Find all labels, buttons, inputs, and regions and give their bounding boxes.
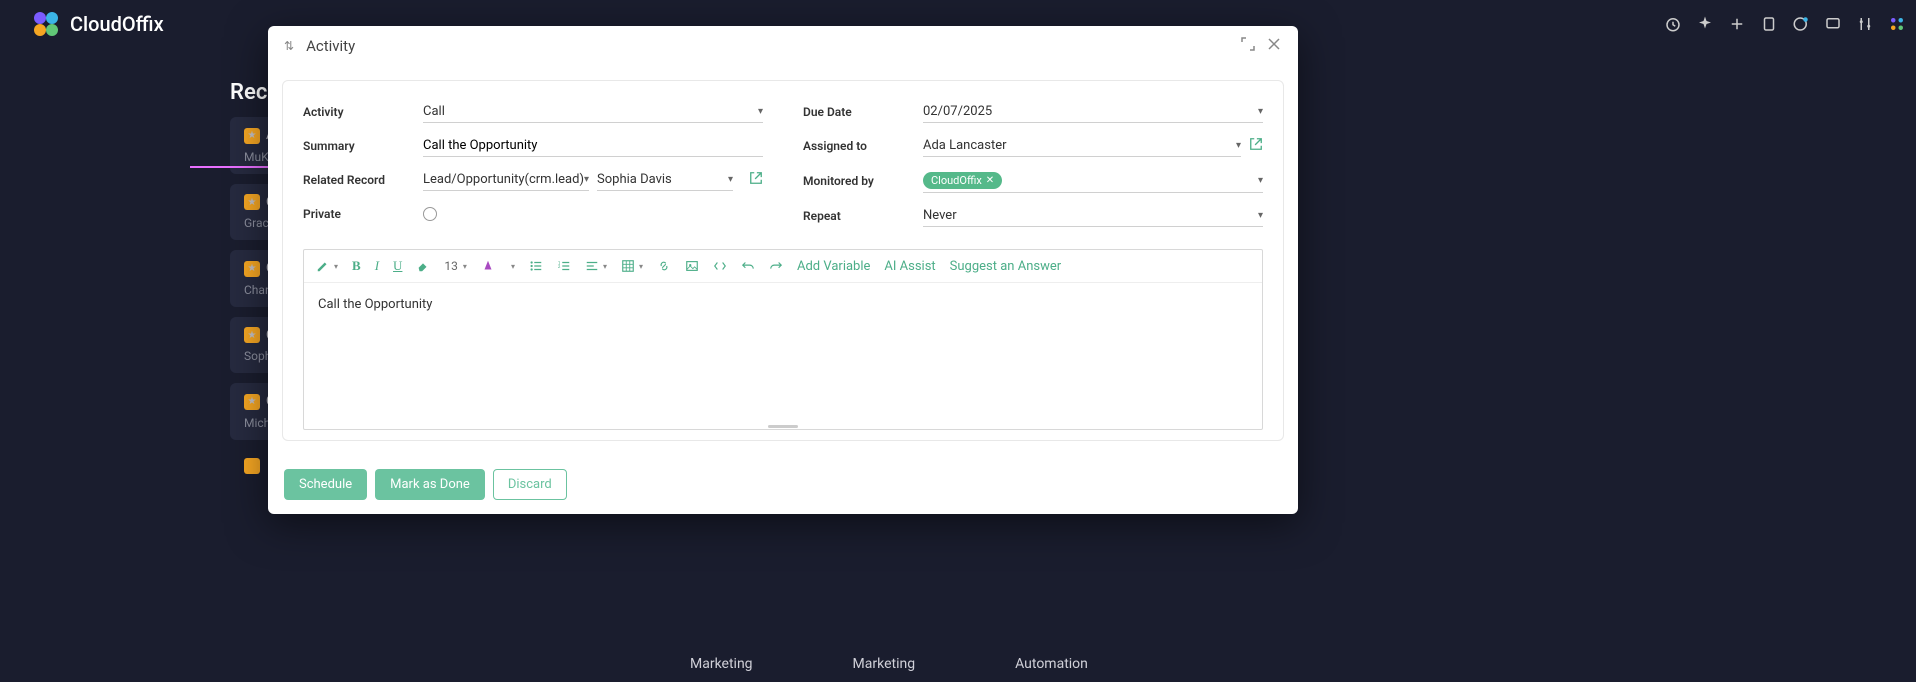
modal-close-icon[interactable] <box>1266 36 1282 56</box>
chevron-down-icon: ▾ <box>758 106 763 117</box>
eraser-icon[interactable] <box>416 259 430 273</box>
suggest-answer-button[interactable]: Suggest an Answer <box>950 259 1061 274</box>
undo-icon[interactable] <box>741 259 755 273</box>
clock-badge-icon[interactable] <box>1792 15 1810 33</box>
table-icon[interactable]: ▾ <box>621 259 643 273</box>
private-radio[interactable] <box>423 203 763 225</box>
form-card: Activity Call ▾ Summary Related Recor <box>282 80 1284 441</box>
image-icon[interactable] <box>685 259 699 273</box>
code-icon[interactable] <box>713 259 727 273</box>
repeat-select[interactable]: Never ▾ <box>923 205 1263 227</box>
topbar-icons <box>1664 15 1906 33</box>
bold-icon[interactable]: B <box>352 258 361 274</box>
plus-icon[interactable] <box>1728 15 1746 33</box>
brand-logo-icon <box>30 8 62 40</box>
fontcolor-icon[interactable] <box>481 259 495 273</box>
apps-icon[interactable] <box>1888 15 1906 33</box>
redo-icon[interactable] <box>769 259 783 273</box>
clipboard-icon[interactable] <box>1760 15 1778 33</box>
related-record-select[interactable]: Sophia Davis ▾ <box>597 169 733 191</box>
ai-assist-button[interactable]: AI Assist <box>884 259 935 274</box>
rich-text-editor: ▾ B I U 13▾ ▾ 12 ▾ ▾ A <box>303 249 1263 430</box>
brand-name: CloudOffix <box>70 12 164 36</box>
link-icon[interactable] <box>657 259 671 273</box>
label-monitored-by: Monitored by <box>803 174 923 188</box>
sparkle-icon[interactable] <box>1696 15 1714 33</box>
label-private: Private <box>303 207 423 221</box>
fontsize-select[interactable]: 13▾ <box>444 259 467 273</box>
label-due-date: Due Date <box>803 105 923 119</box>
editor-body[interactable]: Call the Opportunity <box>304 283 1262 423</box>
chevron-down-icon: ▾ <box>1258 106 1263 117</box>
brand[interactable]: CloudOffix <box>30 8 164 40</box>
underline-icon[interactable]: U <box>393 258 402 274</box>
chip-remove-icon[interactable]: ✕ <box>986 175 994 186</box>
annotation-arrow <box>190 157 280 177</box>
highlight-icon[interactable]: ▾ <box>316 259 338 273</box>
add-variable-button[interactable]: Add Variable <box>797 259 870 274</box>
bg-columns: Marketing Marketing Automation <box>690 656 1088 672</box>
modal-footer: Schedule Mark as Done Discard <box>268 455 1298 514</box>
sliders-icon[interactable] <box>1856 15 1874 33</box>
drag-handle-icon[interactable]: ⇅ <box>284 39 294 53</box>
discard-button[interactable]: Discard <box>493 469 567 500</box>
editor-toolbar: ▾ B I U 13▾ ▾ 12 ▾ ▾ A <box>304 250 1262 283</box>
open-external-icon[interactable] <box>1249 137 1263 155</box>
label-activity: Activity <box>303 105 423 119</box>
activity-modal: ⇅ Activity Activity Call ▾ Summary <box>268 26 1298 514</box>
schedule-button[interactable]: Schedule <box>284 469 367 500</box>
chevron-down-icon: ▾ <box>728 174 733 185</box>
due-date-input[interactable]: 02/07/2025 ▾ <box>923 101 1263 123</box>
numbered-list-icon[interactable]: 12 <box>557 259 571 273</box>
fontcolor-caret[interactable]: ▾ <box>511 262 515 271</box>
svg-text:2: 2 <box>558 265 561 270</box>
modal-title: Activity <box>306 37 1230 55</box>
italic-icon[interactable]: I <box>375 258 379 274</box>
editor-resize-handle[interactable] <box>304 423 1262 429</box>
monitored-by-select[interactable]: CloudOffix ✕ ▾ <box>923 169 1263 193</box>
align-icon[interactable]: ▾ <box>585 259 607 273</box>
chevron-down-icon: ▾ <box>1258 210 1263 221</box>
modal-header: ⇅ Activity <box>268 26 1298 66</box>
chevron-down-icon: ▾ <box>1236 140 1241 151</box>
timer-icon[interactable] <box>1664 15 1682 33</box>
monitor-chip[interactable]: CloudOffix ✕ <box>923 172 1002 189</box>
close-icon[interactable] <box>10 9 20 40</box>
label-summary: Summary <box>303 139 423 153</box>
mark-as-done-button[interactable]: Mark as Done <box>375 469 485 500</box>
related-model-select[interactable]: Lead/Opportunity(crm.lead) ▾ <box>423 169 589 191</box>
assigned-to-select[interactable]: Ada Lancaster ▾ <box>923 135 1241 157</box>
summary-input[interactable] <box>423 135 763 157</box>
label-related-record: Related Record <box>303 173 423 187</box>
chevron-down-icon: ▾ <box>1258 175 1263 186</box>
label-repeat: Repeat <box>803 209 923 223</box>
chevron-down-icon: ▾ <box>584 174 589 185</box>
label-assigned-to: Assigned to <box>803 139 923 153</box>
activity-select[interactable]: Call ▾ <box>423 101 763 123</box>
chat-icon[interactable] <box>1824 15 1842 33</box>
expand-icon[interactable] <box>1240 36 1256 56</box>
bullets-icon[interactable] <box>529 259 543 273</box>
open-external-icon[interactable] <box>749 171 763 189</box>
